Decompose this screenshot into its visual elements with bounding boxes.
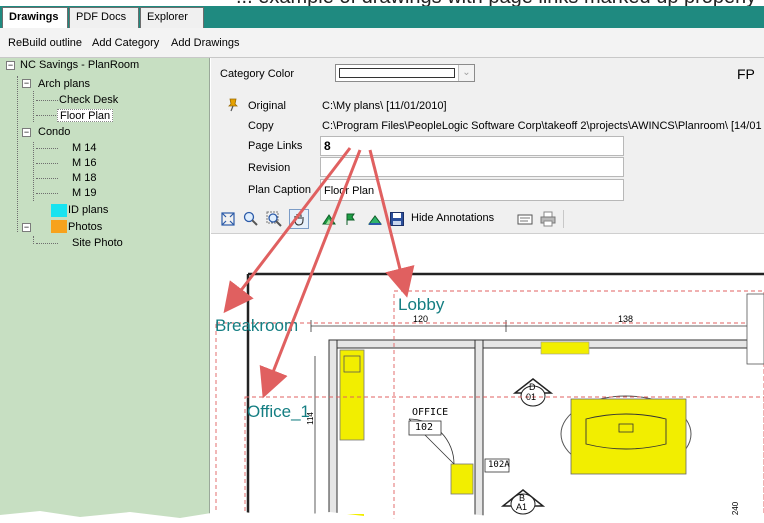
collapse-photos-toggle[interactable]: − <box>22 223 31 232</box>
revision-field[interactable] <box>320 157 624 177</box>
copy-label: Copy <box>248 120 274 132</box>
tree-item-photos[interactable]: Photos <box>68 221 102 234</box>
id-plans-color-swatch <box>51 204 67 217</box>
door-tag-d: D <box>529 382 536 392</box>
markup-fill-icon[interactable] <box>367 211 383 227</box>
drawing-canvas[interactable]: Breakroom Lobby Office_1 OFFICE 102 102A… <box>211 234 764 523</box>
fit-page-icon[interactable] <box>220 211 236 227</box>
tree-root-item[interactable]: NC Savings - PlanRoom <box>20 59 139 72</box>
copy-value: C:\Program Files\PeopleLogic Software Co… <box>322 120 762 132</box>
tree-item-m14[interactable]: M 14 <box>72 142 96 155</box>
pin-icon <box>227 98 239 115</box>
breakroom-link-label[interactable]: Breakroom <box>215 316 298 336</box>
original-value: C:\My plans\ [11/01/2010] <box>322 100 447 112</box>
collapse-arch-plans-toggle[interactable]: − <box>22 79 31 88</box>
markup-flag-icon[interactable] <box>344 211 360 227</box>
tree-item-id-plans[interactable]: ID plans <box>68 204 108 217</box>
zoom-area-icon[interactable] <box>266 211 282 227</box>
toolbar-divider <box>563 210 564 228</box>
office-1-link-label[interactable]: Office_1 <box>247 402 310 422</box>
tab-pdf-docs[interactable]: PDF Docs <box>69 7 139 28</box>
drawings-tree: − NC Savings - PlanRoom − Arch plans Che… <box>0 58 210 523</box>
page-links-field[interactable]: 8 <box>320 136 624 156</box>
print-icon[interactable] <box>540 211 556 227</box>
tree-item-site-photo[interactable]: Site Photo <box>72 237 123 250</box>
dimension-114: 114 <box>305 412 315 425</box>
tree-item-condo[interactable]: Condo <box>38 126 70 139</box>
zoom-100-icon[interactable] <box>243 211 259 227</box>
tree-item-floor-plan[interactable]: Floor Plan <box>57 109 114 122</box>
torn-edge <box>0 510 764 523</box>
page-links-label: Page Links <box>248 140 303 152</box>
tab-drawings[interactable]: Drawings <box>2 7 68 29</box>
dimension-120: 120 <box>413 314 429 324</box>
drawing-properties-panel: Category Color ⌄ FP Original C:\My plans… <box>211 58 764 203</box>
chevron-down-icon[interactable]: ⌄ <box>458 65 474 81</box>
corner-label: FP <box>737 66 755 82</box>
hide-annotations-icon[interactable] <box>517 211 533 227</box>
viewer-toolbar: Hide Annotations <box>211 203 764 234</box>
dimension-138: 138 <box>618 314 634 324</box>
door-tag-102a: 102A <box>488 460 510 470</box>
lobby-link-label[interactable]: Lobby <box>398 295 444 315</box>
action-toolbar: ReBuild outline Add Category Add Drawing… <box>0 28 764 58</box>
floor-plan-drawing <box>215 272 764 523</box>
pan-hand-icon[interactable] <box>289 209 309 229</box>
office-room-name: OFFICE <box>412 407 449 418</box>
hide-annotations-button[interactable]: Hide Annotations <box>411 212 494 224</box>
tab-explorer[interactable]: Explorer <box>140 7 204 28</box>
collapse-root-toggle[interactable]: − <box>6 61 15 70</box>
photos-color-swatch <box>51 220 67 233</box>
plan-caption-field[interactable]: Floor Plan <box>320 179 624 201</box>
tree-item-m16[interactable]: M 16 <box>72 157 96 170</box>
markup-green-icon[interactable] <box>321 211 337 227</box>
category-color-label: Category Color <box>220 68 294 80</box>
office-room-number: 102 <box>415 422 434 433</box>
tree-item-m19[interactable]: M 19 <box>72 187 96 200</box>
add-drawings-button[interactable]: Add Drawings <box>171 37 239 49</box>
door-tag-01: 01 <box>526 392 537 402</box>
revision-label: Revision <box>248 162 291 174</box>
rebuild-outline-button[interactable]: ReBuild outline <box>8 37 82 49</box>
tree-item-m18[interactable]: M 18 <box>72 172 96 185</box>
plan-caption-label: Plan Caption <box>248 184 311 196</box>
save-icon[interactable] <box>389 211 405 227</box>
original-label: Original <box>248 100 286 112</box>
tab-bar: Drawings PDF Docs Explorer <box>0 6 764 29</box>
category-color-select[interactable]: ⌄ <box>335 64 475 82</box>
tree-item-arch-plans[interactable]: Arch plans <box>38 78 90 91</box>
tree-item-check-desk[interactable]: Check Desk <box>59 94 118 107</box>
add-category-button[interactable]: Add Category <box>92 37 159 49</box>
collapse-condo-toggle[interactable]: − <box>22 128 31 137</box>
